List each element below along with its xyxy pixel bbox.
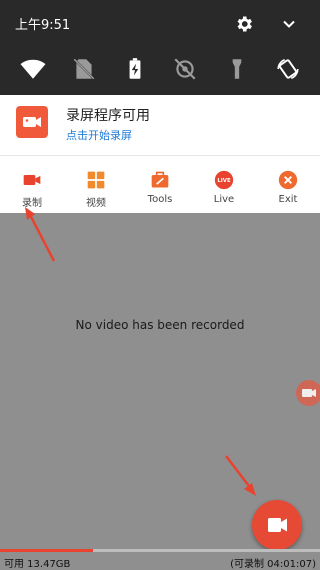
notification-actions: 录制 视频 Tools LIVE Live Exit (0, 155, 320, 213)
action-videos-button[interactable]: 视频 (64, 156, 128, 213)
record-icon (22, 170, 42, 190)
wifi-icon[interactable] (20, 56, 46, 82)
gear-icon[interactable] (234, 14, 254, 34)
action-label: Live (213, 194, 235, 205)
storage-available-text: 可用 13.47GB (4, 559, 71, 570)
grid-icon (86, 170, 106, 190)
recordable-time-text: (可录制 04:01:07) (230, 559, 316, 570)
action-label: 视频 (86, 198, 106, 209)
svg-text:LIVE: LIVE (217, 178, 231, 184)
flashlight-icon[interactable] (224, 56, 250, 82)
annotation-arrow (225, 455, 256, 496)
toolbox-icon (150, 170, 170, 190)
recorder-notification[interactable]: 录屏程序可用 点击开始录屏 (0, 95, 320, 155)
notification-subtitle[interactable]: 点击开始录屏 (66, 127, 132, 143)
floating-recorder-icon[interactable] (296, 380, 320, 406)
empty-state-message: No video has been recorded (75, 318, 245, 332)
record-fab-button[interactable] (252, 500, 302, 550)
action-label: Exit (278, 194, 298, 205)
battery-charging-icon[interactable] (122, 56, 148, 82)
live-icon: LIVE (214, 170, 234, 190)
action-live-button[interactable]: LIVE Live (192, 156, 256, 213)
storage-footer: 可用 13.47GB (可录制 04:01:07) (0, 552, 320, 570)
video-camera-icon (16, 106, 48, 138)
notification-shade-header: 上午9:51 (0, 0, 320, 95)
auto-rotate-icon[interactable] (275, 56, 301, 82)
no-sim-icon[interactable] (71, 56, 97, 82)
action-label: Tools (147, 194, 173, 205)
close-icon (278, 170, 298, 190)
notification-title: 录屏程序可用 (66, 108, 150, 124)
action-label: 录制 (22, 198, 42, 209)
location-off-icon[interactable] (172, 56, 198, 82)
chevron-down-icon[interactable] (279, 14, 299, 34)
status-time: 上午9:51 (15, 18, 71, 33)
action-record-button[interactable]: 录制 (0, 156, 64, 213)
annotation-arrow (25, 207, 56, 262)
action-exit-button[interactable]: Exit (256, 156, 320, 213)
action-tools-button[interactable]: Tools (128, 156, 192, 213)
